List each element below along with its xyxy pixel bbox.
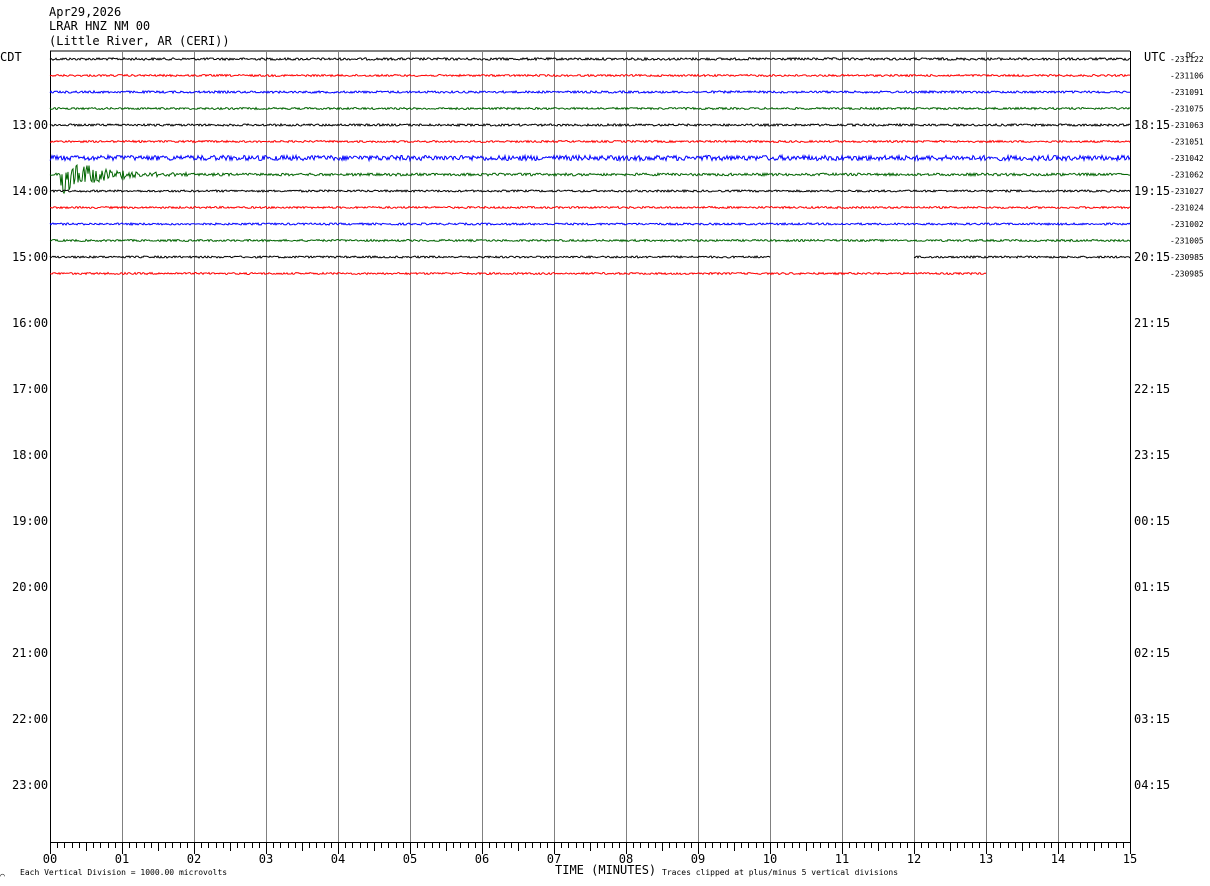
right-hour-label: 23:15 (1134, 448, 1170, 462)
dc-offset-label: -230985 (1170, 270, 1204, 279)
right-timezone-label: UTC (1144, 50, 1166, 64)
dc-offset-label: -231122 (1170, 55, 1204, 64)
trace-green (49, 238, 1131, 243)
trace-red (49, 205, 1131, 210)
x-tick-label: 10 (763, 852, 777, 866)
left-hour-label: 20:00 (12, 580, 48, 594)
left-hour-label: 16:00 (12, 316, 48, 330)
trace-red (49, 73, 1131, 78)
dc-offset-label: -231063 (1170, 121, 1204, 130)
left-hour-label: 21:00 (12, 646, 48, 660)
x-tick-label: 07 (547, 852, 561, 866)
x-tick-label: 01 (115, 852, 129, 866)
trace-red (49, 271, 987, 276)
dc-offset-label: -231106 (1170, 72, 1204, 81)
right-hour-label: 18:15 (1134, 118, 1170, 132)
minute-gridlines (50, 50, 1131, 842)
dc-offset-label: -231005 (1170, 237, 1204, 246)
trace-green (49, 106, 1131, 111)
x-tick-label: 02 (187, 852, 201, 866)
station-label: LRAR HNZ NM 00 (49, 19, 150, 33)
dc-offset-label: -231002 (1170, 220, 1204, 229)
right-hour-label: 03:15 (1134, 712, 1170, 726)
trace-black (913, 255, 1131, 259)
dc-offset-labels: -231122 -231106 -231091 -231075 -231063 -2310… (1170, 55, 1204, 279)
x-axis-title: TIME (MINUTES) (555, 863, 656, 877)
right-hour-label: 20:15 (1134, 250, 1170, 264)
seismic-traces (49, 56, 1131, 276)
date-label: Apr29,2026 (49, 5, 121, 19)
left-hour-label: 22:00 (12, 712, 48, 726)
right-hour-label: 04:15 (1134, 778, 1170, 792)
location-label: (Little River, AR (CERI)) (49, 34, 230, 48)
x-tick-label: 14 (1051, 852, 1065, 866)
hour-labels: 13:00 14:00 15:00 16:00 17:00 18:00 19:00 20:00… (12, 118, 1170, 792)
x-tick-label: 09 (691, 852, 705, 866)
helicorder-chart: Apr29,2026 LRAR HNZ NM 00 (Little River,… (0, 5, 1204, 880)
dc-offset-label: -231027 (1170, 187, 1204, 196)
x-tick-label: 03 (259, 852, 273, 866)
left-hour-label: 19:00 (12, 514, 48, 528)
dc-offset-label: -231075 (1170, 105, 1204, 114)
left-hour-label: 18:00 (12, 448, 48, 462)
x-tick-label: 08 (619, 852, 633, 866)
x-tick-label: 00 (43, 852, 57, 866)
x-tick-label: 05 (403, 852, 417, 866)
dc-offset-label: -231042 (1170, 154, 1204, 163)
trace-blue (49, 153, 1131, 163)
x-tick-label: 04 (331, 852, 345, 866)
trace-blue (49, 89, 1130, 95)
right-hour-label: 02:15 (1134, 646, 1170, 660)
trace-black (49, 56, 1131, 62)
left-hour-label: 17:00 (12, 382, 48, 396)
footer-mark: ⌒ (0, 871, 5, 880)
dc-offset-label: -230985 (1170, 253, 1204, 262)
left-timezone-label: CDT (0, 50, 22, 64)
right-hour-label: 19:15 (1134, 184, 1170, 198)
left-hour-label: 14:00 (12, 184, 48, 198)
right-hour-label: 22:15 (1134, 382, 1170, 396)
right-hour-label: 01:15 (1134, 580, 1170, 594)
right-hour-label: 21:15 (1134, 316, 1170, 330)
clip-note: Traces clipped at plus/minus 5 vertical … (662, 868, 898, 877)
left-hour-label: 13:00 (12, 118, 48, 132)
trace-red (49, 139, 1131, 144)
x-tick-label: 13 (979, 852, 993, 866)
dc-offset-label: -231062 (1170, 171, 1204, 180)
trace-black (49, 188, 1131, 194)
x-tick-label: 11 (835, 852, 849, 866)
dc-offset-label: -231091 (1170, 88, 1204, 97)
dc-offset-label: -231024 (1170, 204, 1204, 213)
trace-black (49, 122, 1131, 128)
left-hour-label: 15:00 (12, 250, 48, 264)
trace-blue (49, 221, 1131, 227)
x-tick-label: 06 (475, 852, 489, 866)
left-hour-label: 23:00 (12, 778, 48, 792)
x-tick-label: 15 (1123, 852, 1137, 866)
trace-green (49, 163, 1130, 195)
dc-offset-label: -231051 (1170, 138, 1204, 147)
x-tick-label: 12 (907, 852, 921, 866)
right-hour-label: 00:15 (1134, 514, 1170, 528)
scale-note: Each Vertical Division = 1000.00 microvo… (20, 868, 227, 877)
